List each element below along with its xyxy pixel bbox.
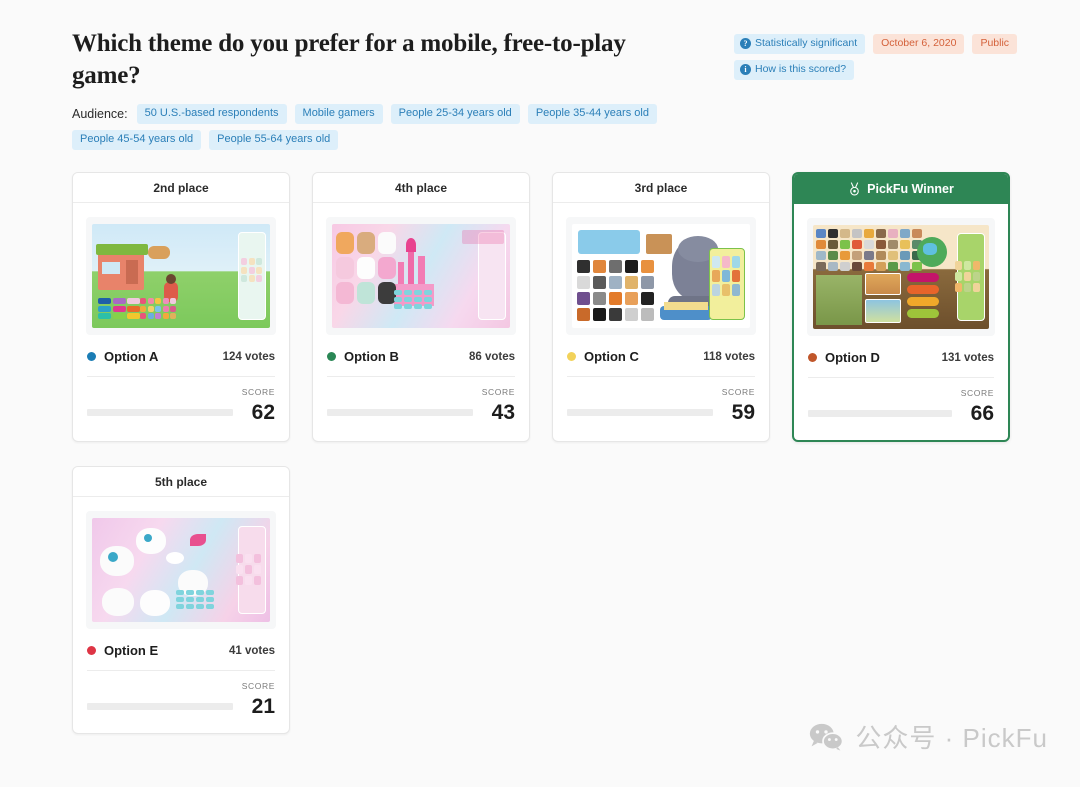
score-bar-track	[87, 703, 233, 710]
thumbnail-container[interactable]	[807, 218, 995, 336]
score-value: 59	[731, 401, 755, 424]
score-bar-track	[808, 410, 952, 417]
watermark: 公众号 · PickFu	[809, 718, 1048, 755]
score-bar-track	[567, 409, 713, 416]
vote-count: 118 votes	[703, 350, 755, 363]
audience-tag[interactable]: People 55-64 years old	[209, 130, 339, 150]
score-caption: SCORE	[241, 681, 275, 691]
info-icon: i	[740, 64, 751, 75]
audience-label: Audience:	[72, 107, 128, 121]
card-rank-header: 5th place	[73, 467, 289, 497]
thumbnail-container[interactable]	[566, 217, 756, 335]
option-color-dot	[567, 352, 576, 361]
pickfu-poll-results-page: Which theme do you prefer for a mobile, …	[0, 0, 1080, 787]
score-bar-track	[87, 409, 233, 416]
rank-label: 3rd place	[634, 180, 688, 195]
score-caption: SCORE	[481, 387, 515, 397]
option-color-dot	[808, 353, 817, 362]
badge-label: Statistically significant	[755, 37, 858, 50]
audience-row: Audience: 50 U.S.-based respondents Mobi…	[72, 104, 672, 150]
score-bar-track	[327, 409, 473, 416]
score-value: 21	[251, 695, 275, 718]
statistically-significant-badge[interactable]: ? Statistically significant	[734, 34, 866, 54]
result-card-option-c[interactable]: 3rd place Option C 118 votes SCORE 59	[552, 172, 770, 442]
option-color-dot	[87, 352, 96, 361]
option-summary-row: Option C 118 votes	[567, 349, 755, 377]
audience-tag[interactable]: People 25-34 years old	[390, 104, 520, 124]
result-card-option-a[interactable]: 2nd place Option A 124 votes SCORE 62	[72, 172, 290, 442]
option-summary-row: Option B 86 votes	[327, 349, 515, 377]
badge-label: How is this scored?	[755, 63, 847, 76]
rank-label: PickFu Winner	[867, 182, 954, 196]
result-card-option-e[interactable]: 5th place Option E 41 votes SCORE 21	[72, 466, 290, 734]
how-is-this-scored-link[interactable]: i How is this scored?	[734, 60, 855, 80]
results-grid: 2nd place Option A 124 votes SCORE 62 4t…	[72, 172, 1028, 734]
magic-unicorn-artwork[interactable]	[92, 518, 270, 622]
thumbnail-container[interactable]	[86, 217, 276, 335]
score-value: 66	[970, 402, 994, 425]
vote-count: 131 votes	[941, 351, 994, 364]
result-card-option-b[interactable]: 4th place Option B 86 votes SCORE 43	[312, 172, 530, 442]
vote-count: 124 votes	[222, 350, 275, 363]
score-block: SCORE 59	[567, 387, 755, 423]
score-value: 43	[491, 401, 515, 424]
page-title: Which theme do you prefer for a mobile, …	[72, 30, 626, 89]
vote-count: 41 votes	[228, 644, 275, 657]
rank-label: 4th place	[394, 180, 448, 195]
score-block: SCORE 21	[87, 681, 275, 717]
card-rank-header: 4th place	[313, 173, 529, 203]
naughty-kitty-artwork[interactable]	[572, 224, 750, 328]
score-block: SCORE 66	[808, 388, 994, 424]
rank-label: 2nd place	[153, 180, 209, 195]
score-caption: SCORE	[721, 387, 755, 397]
wild-and-free-artwork[interactable]	[813, 225, 989, 329]
option-color-dot	[87, 646, 96, 655]
bakery-theme-artwork[interactable]	[92, 224, 270, 328]
rank-label: 5th place	[154, 474, 208, 489]
result-card-option-d-winner[interactable]: PickFu Winner Option D 131 votes SCORE 6…	[792, 172, 1010, 442]
wechat-icon	[810, 723, 844, 751]
meta-badges: ? Statistically significant October 6, 2…	[734, 34, 1024, 80]
option-label: Option D	[825, 350, 880, 365]
vote-count: 86 votes	[468, 350, 515, 363]
option-label: Option E	[104, 643, 159, 658]
option-summary-row: Option E 41 votes	[87, 643, 275, 671]
unicorn-world-artwork[interactable]	[332, 224, 510, 328]
score-value: 62	[251, 401, 275, 424]
watermark-text: 公众号 · PickFu	[855, 723, 1048, 753]
option-summary-row: Option D 131 votes	[808, 350, 994, 378]
poll-date-badge: October 6, 2020	[873, 34, 965, 54]
option-label: Option B	[344, 349, 399, 364]
option-label: Option C	[584, 349, 639, 364]
card-rank-header: 2nd place	[73, 173, 289, 203]
thumbnail-container[interactable]	[86, 511, 276, 629]
question-mark-icon: ?	[740, 38, 751, 49]
medal-icon	[850, 182, 859, 196]
score-block: SCORE 62	[87, 387, 275, 423]
thumbnail-container[interactable]	[326, 217, 516, 335]
option-color-dot	[327, 352, 336, 361]
score-caption: SCORE	[960, 388, 994, 398]
option-label: Option A	[104, 349, 159, 364]
audience-tag[interactable]: Mobile gamers	[294, 104, 383, 124]
audience-tag[interactable]: People 35-44 years old	[527, 104, 657, 124]
card-rank-header: 3rd place	[553, 173, 769, 203]
visibility-badge: Public	[972, 34, 1018, 54]
audience-tag[interactable]: 50 U.S.-based respondents	[136, 104, 287, 124]
score-block: SCORE 43	[327, 387, 515, 423]
card-winner-header: PickFu Winner	[794, 174, 1008, 204]
audience-tag[interactable]: People 45-54 years old	[72, 130, 202, 150]
option-summary-row: Option A 124 votes	[87, 349, 275, 377]
score-caption: SCORE	[241, 387, 275, 397]
